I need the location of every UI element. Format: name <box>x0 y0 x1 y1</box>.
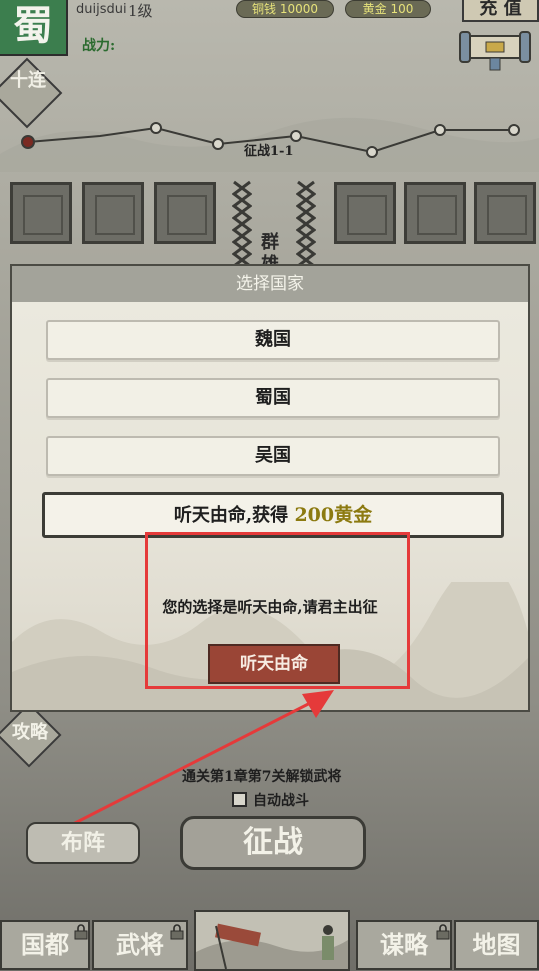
lock-icon <box>170 924 184 940</box>
nav-capital[interactable]: 国都 <box>0 920 90 970</box>
ally-slot[interactable] <box>10 182 72 244</box>
chain-divider-icon <box>232 180 252 268</box>
nav-map[interactable]: 地图 <box>454 920 539 970</box>
recharge-button[interactable]: 充 值 <box>462 0 539 22</box>
scroll-icon[interactable] <box>458 28 532 72</box>
ally-slot[interactable] <box>82 182 144 244</box>
option-leave-to-fate[interactable]: 听天由命,获得 200黄金 <box>42 492 504 538</box>
player-level: 1级 <box>128 2 153 20</box>
enemy-slot[interactable] <box>334 182 396 244</box>
enemy-slot[interactable] <box>474 182 536 244</box>
ally-slot[interactable] <box>154 182 216 244</box>
stage-node <box>150 122 162 134</box>
stage-label: 征战1-1 <box>244 144 294 159</box>
choose-nation-dialog: 选择国家 魏国 蜀国 吴国 听天由命,获得 200黄金 您的选择是听天由命,请君… <box>10 264 530 712</box>
nav-strategy[interactable]: 谋略 <box>356 920 452 970</box>
nav-capital-label: 国都 <box>21 930 69 959</box>
option-wu[interactable]: 吴国 <box>46 436 500 476</box>
stage-node <box>212 138 224 150</box>
dialog-body: 魏国 蜀国 吴国 听天由命,获得 200黄金 您的选择是听天由命,请君主出征 听… <box>12 302 528 710</box>
choice-message: 您的选择是听天由命,请君主出征 <box>162 598 378 616</box>
username: duijsdui <box>76 2 127 17</box>
stage-node <box>366 146 378 158</box>
dialog-title: 选择国家 <box>12 266 528 302</box>
confirm-leave-to-fate-button[interactable]: 听天由命 <box>208 644 340 684</box>
gold-counter: 黄金 100 <box>345 0 431 18</box>
auto-battle-toggle[interactable]: 自动战斗 <box>232 790 309 810</box>
ten-draw-label[interactable]: 十连 <box>8 70 48 92</box>
combat-power-label: 战力: <box>82 38 116 54</box>
nav-generals-label: 武将 <box>116 930 164 959</box>
nav-generals[interactable]: 武将 <box>92 920 188 970</box>
option-wei[interactable]: 魏国 <box>46 320 500 360</box>
nav-map-label: 地图 <box>472 930 521 959</box>
chain-divider-icon <box>296 180 316 268</box>
stage-node <box>508 124 520 136</box>
nav-battle-scene[interactable] <box>194 910 350 971</box>
unlock-tip: 通关第1章第7关解锁武将 <box>182 769 342 785</box>
auto-battle-checkbox[interactable] <box>232 792 247 807</box>
stage-node <box>434 124 446 136</box>
nation-badge[interactable]: 蜀 <box>0 0 68 56</box>
copper-counter: 铜钱 10000 <box>236 0 334 18</box>
battle-scene-art <box>196 923 348 970</box>
auto-battle-label: 自动战斗 <box>253 793 309 809</box>
enemy-slot[interactable] <box>404 182 466 244</box>
fate-option-label: 听天由命,获得 <box>173 505 289 526</box>
lock-icon <box>74 924 88 940</box>
stage-node <box>21 135 35 149</box>
formation-button[interactable]: 布阵 <box>26 822 140 864</box>
fate-gold-reward: 200黄金 <box>294 504 373 526</box>
option-shu[interactable]: 蜀国 <box>46 378 500 418</box>
lock-icon <box>436 924 450 940</box>
strategy-label[interactable]: 攻略 <box>8 722 52 744</box>
top-bar: 蜀 duijsdui 1级 铜钱 10000 黄金 100 充 值 <box>0 0 539 56</box>
battle-button[interactable]: 征战 <box>180 816 366 870</box>
bottom-nav: 国都 武将 谋略 地图 <box>0 910 539 971</box>
nav-strategy-label: 谋略 <box>380 930 428 959</box>
